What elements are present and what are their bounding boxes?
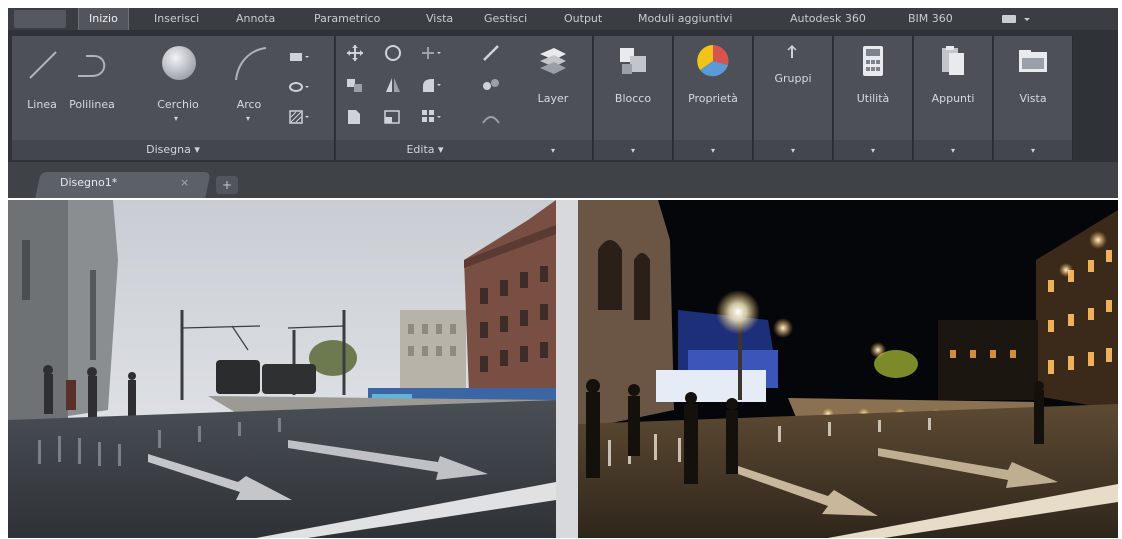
application-menu-button[interactable] [14,10,66,28]
groups-panel-label: Gruppi [774,72,812,85]
clipboard-panel-expander[interactable]: ▾ [914,140,992,160]
draw-panel-title[interactable]: Disegna ▾ [12,140,334,160]
circle-tool-label: Cerchio [157,98,199,111]
modify-panel-title[interactable]: Edita ▾ [336,140,514,160]
copy-icon[interactable] [344,76,366,94]
circle-icon [162,46,196,80]
tab-output[interactable]: Output [564,12,602,25]
view-icon [1019,50,1047,72]
arc-tool-label: Arco [236,98,262,111]
scale-icon[interactable] [382,108,404,126]
utilities-panel-expander[interactable]: ▾ [834,140,912,160]
tab-annota[interactable]: Annota [236,12,275,25]
line-tool-label: Linea [27,98,57,111]
circle-tool-button[interactable]: Cerchio ▾ [148,40,208,130]
tab-gestisci[interactable]: Gestisci [484,12,527,25]
tab-moduli-aggiuntivi[interactable]: Moduli aggiuntivi [638,12,732,25]
stretch-icon[interactable] [344,108,366,126]
line-icon [29,51,57,79]
panel-utilities[interactable]: Utilità ▾ [834,36,913,160]
trim-icon[interactable] [420,44,442,62]
groups-panel-expander[interactable]: ▾ [754,140,832,160]
ribbon: Linea Polilinea Cerchio ▾ Arco ▾ Disegna… [8,30,1118,162]
ribbon-display-toggle[interactable] [1000,11,1034,30]
group-icon [787,44,797,58]
photo-divider [556,200,578,538]
view-panel-expander[interactable]: ▾ [994,140,1072,160]
autocad-window: Inizio Inserisci Annota Parametrico Vist… [0,0,1122,539]
daytime-scene-image [8,200,556,538]
block-panel-expander[interactable]: ▾ [594,140,672,160]
utilities-panel-label: Utilità [856,92,890,105]
fillet-icon[interactable] [420,76,442,94]
hatch-icon[interactable] [288,108,310,126]
arc-dropdown-icon[interactable]: ▾ [246,114,250,123]
rectangle-icon[interactable] [288,48,310,66]
polyline-tool-button[interactable]: Polilinea [64,42,120,122]
new-tab-plus-icon[interactable]: + [216,176,238,194]
layers-icon [540,48,566,74]
minimize-ribbon-icon [1002,15,1030,23]
tab-parametrico[interactable]: Parametrico [314,12,380,25]
layer-panel-label: Layer [537,92,569,105]
document-tab-label[interactable]: Disegno1* [60,176,117,189]
block-panel-label: Blocco [614,92,652,105]
ellipse-icon[interactable] [288,78,310,96]
ribbon-tab-bar: Inizio Inserisci Annota Parametrico Vist… [8,8,1118,30]
panel-groups[interactable]: Gruppi ▾ [754,36,833,160]
clipboard-icon [942,46,964,75]
document-tab-strip: Disegno1* × + [8,162,1118,198]
rotate-icon[interactable] [382,44,404,62]
arc-icon [235,47,267,81]
arc-tool-button[interactable]: Arco ▾ [224,42,274,132]
layer-panel-expander[interactable]: ▾ [514,140,592,160]
panel-draw: Linea Polilinea Cerchio ▾ Arco ▾ Disegna… [12,36,335,160]
polyline-icon [78,55,106,77]
panel-clipboard[interactable]: Appunti ▾ [914,36,993,160]
nighttime-street-photo [578,200,1118,538]
erase-pen-icon[interactable] [480,44,502,62]
tab-vista[interactable]: Vista [426,12,453,25]
daytime-street-photo [8,200,556,538]
clipboard-panel-label: Appunti [931,92,975,105]
properties-panel-expander[interactable]: ▾ [674,140,752,160]
panel-view[interactable]: Vista ▾ [994,36,1073,160]
properties-icon [697,45,729,77]
tab-inizio[interactable]: Inizio [78,8,129,30]
panel-modify: Edita ▾ [336,36,515,160]
nighttime-scene-image [578,200,1118,538]
circle-dropdown-icon[interactable]: ▾ [174,114,178,123]
panel-layer[interactable]: Layer ▾ [514,36,593,160]
tab-bim-360[interactable]: BIM 360 [908,12,953,25]
properties-panel-label: Proprietà [688,92,738,105]
offset-icon[interactable] [480,108,502,126]
block-icon [620,48,646,74]
tab-autodesk-360[interactable]: Autodesk 360 [790,12,866,25]
polyline-tool-label: Polilinea [69,98,115,111]
calculator-icon [863,46,883,76]
array-icon[interactable] [420,108,442,126]
tab-inserisci[interactable]: Inserisci [154,12,199,25]
mirror-icon[interactable] [382,76,404,94]
move-icon[interactable] [344,44,366,62]
panel-block[interactable]: Blocco ▾ [594,36,673,160]
document-tab-close-icon[interactable]: × [180,176,189,189]
view-panel-label: Vista [1019,92,1047,105]
line-tool-button[interactable]: Linea [20,42,64,122]
explode-icon[interactable] [480,76,502,94]
panel-properties[interactable]: Proprietà ▾ [674,36,753,160]
